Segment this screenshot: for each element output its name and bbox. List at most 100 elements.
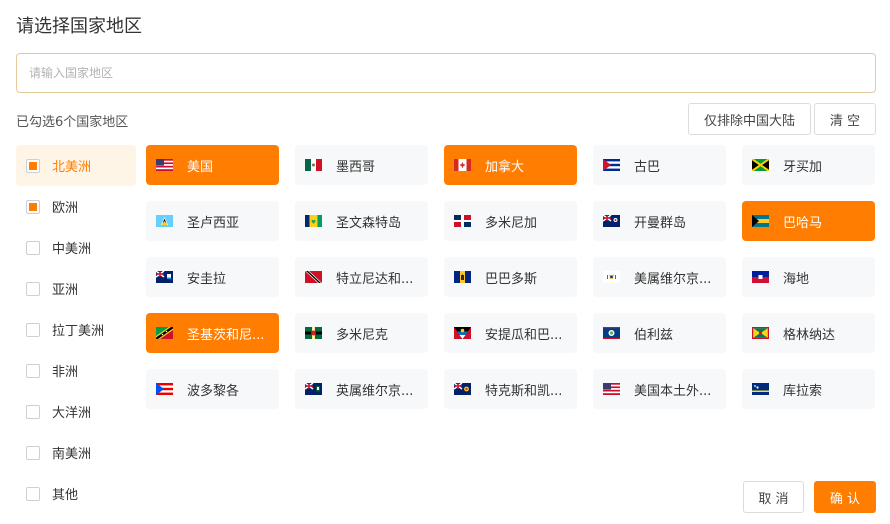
country-tile[interactable]: 开曼群岛 <box>593 201 726 241</box>
jamaica-flag-icon <box>752 159 769 171</box>
exclude-mainland-china-button[interactable]: 仅排除中国大陆 <box>688 103 811 135</box>
region-item[interactable]: 中美洲 <box>16 227 136 268</box>
antigua-barbuda-flag-icon <box>454 327 471 339</box>
country-tile[interactable]: 多米尼克 <box>295 313 428 353</box>
country-label: 多米尼克 <box>336 327 389 343</box>
region-item[interactable]: 其他 <box>16 473 136 514</box>
region-label: 拉丁美洲 <box>52 324 105 339</box>
mexico-flag-icon <box>305 159 322 171</box>
country-label: 格林纳达 <box>783 327 836 343</box>
region-checkbox[interactable] <box>26 363 40 378</box>
dialog-title: 请选择国家地区 <box>16 16 142 37</box>
country-tile[interactable]: 美国本土外... <box>593 369 726 409</box>
barbados-flag-icon <box>454 271 471 283</box>
curacao-flag-icon <box>752 383 769 395</box>
country-tile[interactable]: 巴巴多斯 <box>444 257 577 297</box>
country-tile[interactable]: 美属维尔京... <box>593 257 726 297</box>
country-label: 美属维尔京... <box>634 271 712 287</box>
country-label: 特立尼达和... <box>336 271 414 287</box>
cuba-flag-icon <box>603 159 620 171</box>
search-input[interactable] <box>17 54 875 92</box>
region-item[interactable]: 拉丁美洲 <box>16 309 136 350</box>
country-tile[interactable]: 波多黎各 <box>146 369 279 409</box>
belize-flag-icon <box>603 327 620 339</box>
region-checkbox[interactable] <box>26 199 40 214</box>
country-label: 巴哈马 <box>783 215 823 231</box>
region-checkbox[interactable] <box>26 445 40 460</box>
search-box[interactable] <box>16 53 876 93</box>
haiti-flag-icon <box>752 271 769 283</box>
region-checkbox[interactable] <box>26 404 40 419</box>
country-tile[interactable]: 古巴 <box>593 145 726 185</box>
country-tile[interactable]: 巴哈马 <box>742 201 875 241</box>
country-label: 多米尼加 <box>485 215 538 231</box>
region-label: 中美洲 <box>52 242 92 257</box>
country-label: 伯利兹 <box>634 327 674 343</box>
country-tile[interactable]: 特立尼达和... <box>295 257 428 297</box>
region-item[interactable]: 北美洲 <box>16 145 136 186</box>
bahamas-flag-icon <box>752 215 769 227</box>
region-item[interactable]: 南美洲 <box>16 432 136 473</box>
region-checkbox[interactable] <box>26 322 40 337</box>
region-label: 欧洲 <box>52 201 79 216</box>
region-item[interactable]: 大洋洲 <box>16 391 136 432</box>
canada-flag-icon <box>454 159 471 171</box>
country-tile[interactable]: 多米尼加 <box>444 201 577 241</box>
region-label: 亚洲 <box>52 283 79 298</box>
puerto-rico-flag-icon <box>156 383 173 395</box>
country-label: 安提瓜和巴... <box>485 327 563 343</box>
country-tile[interactable]: 英属维尔京... <box>295 369 428 409</box>
country-tile[interactable]: 特克斯和凯... <box>444 369 577 409</box>
country-tile[interactable]: 安提瓜和巴... <box>444 313 577 353</box>
saint-vincent-flag-icon <box>305 215 322 227</box>
region-checkbox[interactable] <box>26 281 40 296</box>
country-tile[interactable]: 牙买加 <box>742 145 875 185</box>
us-flag-icon <box>156 159 173 171</box>
country-tile[interactable]: 墨西哥 <box>295 145 428 185</box>
region-label: 南美洲 <box>52 447 92 462</box>
cayman-islands-flag-icon <box>603 215 620 227</box>
country-label: 海地 <box>783 271 810 287</box>
country-label: 波多黎各 <box>187 383 240 399</box>
country-tile[interactable]: 伯利兹 <box>593 313 726 353</box>
region-label: 北美洲 <box>52 160 92 175</box>
country-label: 特克斯和凯... <box>485 383 563 399</box>
country-label: 英属维尔京... <box>336 383 414 399</box>
region-checkbox[interactable] <box>26 158 40 173</box>
country-label: 古巴 <box>634 159 661 175</box>
country-tile[interactable]: 圣基茨和尼... <box>146 313 279 353</box>
country-label: 加拿大 <box>485 159 525 175</box>
country-tile[interactable]: 圣卢西亚 <box>146 201 279 241</box>
cancel-button[interactable]: 取 消 <box>743 481 804 513</box>
country-tile[interactable]: 加拿大 <box>444 145 577 185</box>
country-label: 安圭拉 <box>187 271 227 287</box>
country-label: 美国 <box>187 159 214 175</box>
trinidad-tobago-flag-icon <box>305 271 322 283</box>
clear-button[interactable]: 清 空 <box>814 103 876 135</box>
country-label: 圣基茨和尼... <box>187 327 265 343</box>
anguilla-flag-icon <box>156 271 173 283</box>
country-label: 圣卢西亚 <box>187 215 240 231</box>
country-tile[interactable]: 美国 <box>146 145 279 185</box>
us-minor-islands-flag-icon <box>603 383 620 395</box>
dominica-flag-icon <box>305 327 322 339</box>
region-list: 北美洲欧洲中美洲亚洲拉丁美洲非洲 大洋洲南美洲其他 <box>16 145 136 514</box>
country-label: 圣文森特岛 <box>336 215 402 231</box>
country-label: 巴巴多斯 <box>485 271 538 287</box>
region-checkbox[interactable] <box>26 240 40 255</box>
region-checkbox[interactable] <box>26 486 40 501</box>
us-virgin-islands-flag-icon <box>603 271 620 283</box>
country-label: 牙买加 <box>783 159 823 175</box>
country-tile[interactable]: 格林纳达 <box>742 313 875 353</box>
country-grid: 美国 墨西哥 加拿大 古巴 牙买加圣卢西亚 圣文森特岛 多米尼加 开曼群岛 巴哈马安圭拉 特立尼达… <box>146 145 876 409</box>
country-label: 美国本土外... <box>634 383 712 399</box>
region-item[interactable]: 非洲 <box>16 350 136 391</box>
british-virgin-islands-flag-icon <box>305 383 322 395</box>
country-tile[interactable]: 安圭拉 <box>146 257 279 297</box>
country-tile[interactable]: 圣文森特岛 <box>295 201 428 241</box>
region-item[interactable]: 欧洲 <box>16 186 136 227</box>
country-tile[interactable]: 库拉索 <box>742 369 875 409</box>
country-tile[interactable]: 海地 <box>742 257 875 297</box>
region-item[interactable]: 亚洲 <box>16 268 136 309</box>
confirm-button[interactable]: 确 认 <box>814 481 876 513</box>
